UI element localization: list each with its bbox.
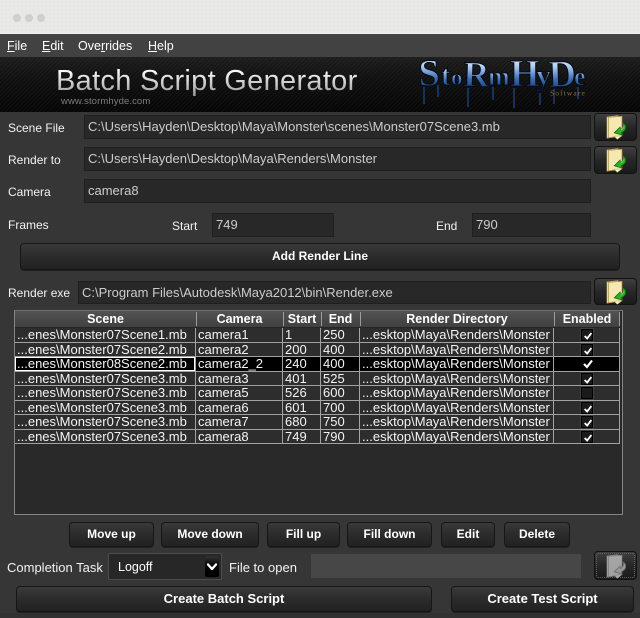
svg-text:o: o: [451, 65, 463, 90]
svg-text:e: e: [574, 62, 586, 91]
svg-text:Software: Software: [550, 89, 586, 98]
svg-text:R: R: [463, 57, 491, 95]
svg-text:t: t: [441, 61, 451, 92]
svg-text:m: m: [488, 62, 510, 91]
svg-text:S: S: [418, 57, 441, 95]
